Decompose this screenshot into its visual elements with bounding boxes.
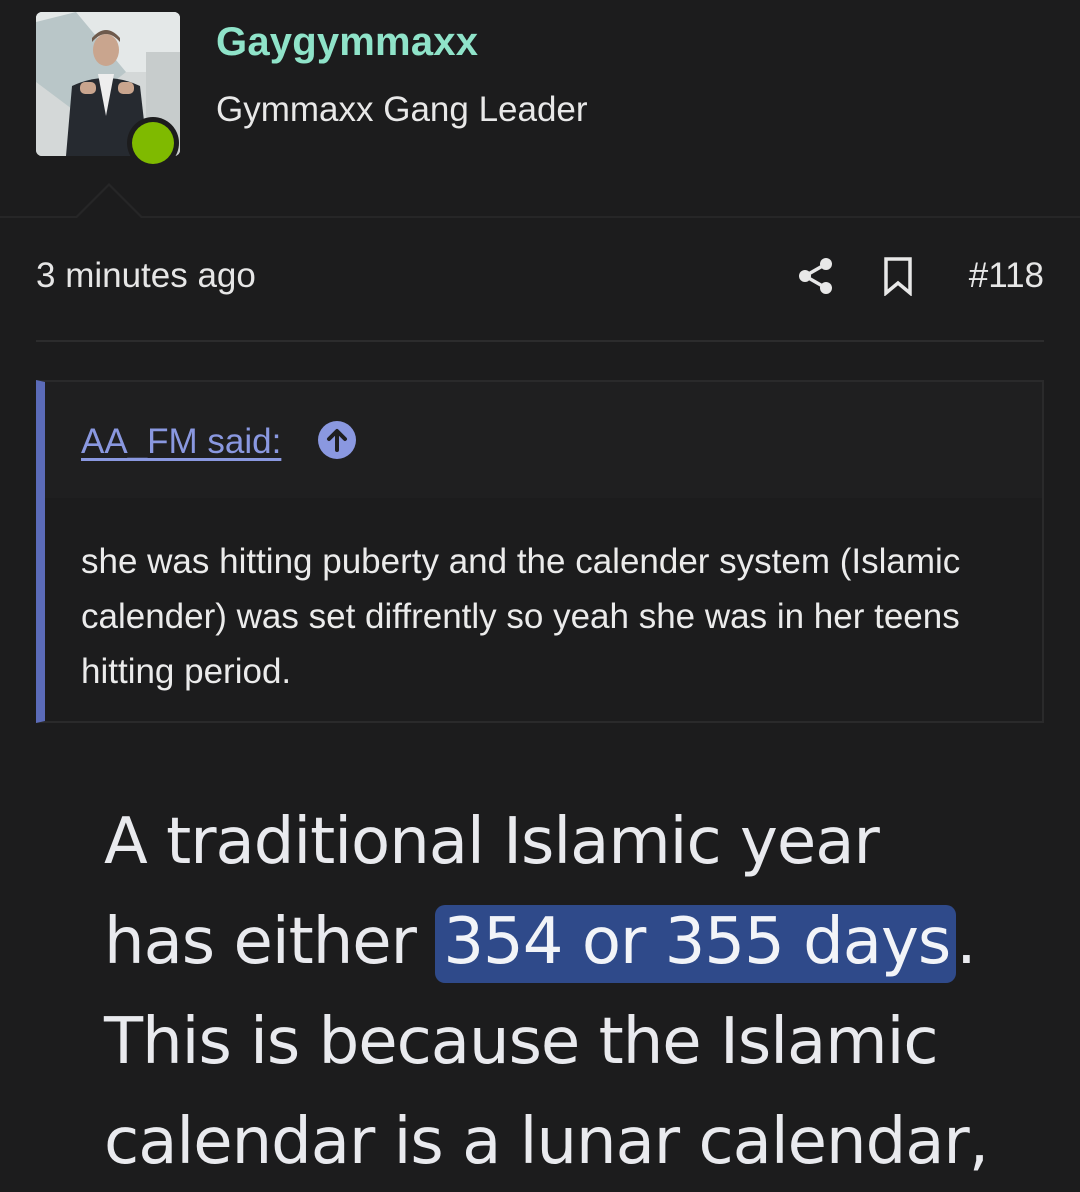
share-icon[interactable] [796, 256, 836, 296]
divider [36, 340, 1044, 342]
quote-author-link[interactable]: AA_FM said: [81, 422, 281, 462]
image-text-line-4: calendar is a lunar calendar, [104, 1105, 989, 1179]
image-text-line-2-suffix: . [956, 905, 976, 979]
header-pointer-fill [77, 186, 141, 218]
arrow-up-circle-icon[interactable] [317, 420, 357, 460]
username-link[interactable]: Gaygymmaxx [216, 20, 478, 65]
image-text-line-3: This is because the Islamic [104, 1005, 939, 1079]
embedded-screenshot-text: A traditional Islamic year has either 35… [104, 792, 1064, 1192]
user-title: Gymmaxx Gang Leader [216, 90, 588, 129]
bookmark-icon[interactable] [878, 256, 918, 296]
image-text-line-2-prefix: has either [104, 905, 436, 979]
highlighted-text: 354 or 355 days [435, 905, 957, 983]
post-timestamp[interactable]: 3 minutes ago [36, 256, 256, 296]
quote-block: AA_FM said: she was hitting puberty and … [36, 380, 1044, 723]
post-user-header: Gaygymmaxx Gymmaxx Gang Leader [0, 0, 1080, 218]
image-text-line-2: has either 354 or 355 days. [104, 892, 1064, 992]
image-text-line-1: A traditional Islamic year [104, 805, 880, 879]
post-meta-row: 3 minutes ago #118 [36, 248, 1044, 308]
quote-text: she was hitting puberty and the calender… [81, 542, 961, 691]
online-status-indicator [127, 117, 179, 169]
quote-header: AA_FM said: [45, 382, 1042, 498]
post-number-link[interactable]: #118 [969, 256, 1044, 296]
